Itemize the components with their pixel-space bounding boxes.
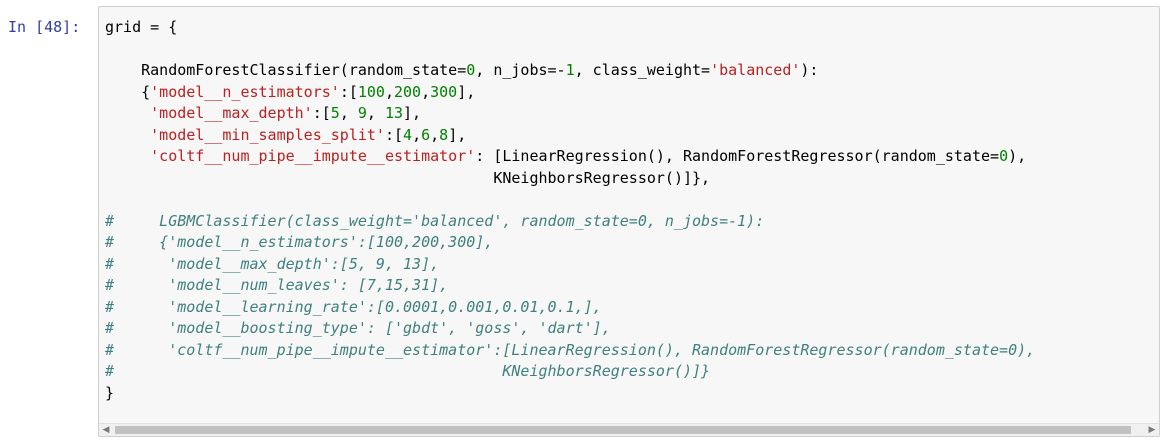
code-token: :[ <box>384 125 404 144</box>
code-token: } <box>105 383 115 402</box>
notebook-code-cell[interactable]: In [48]: grid = { RandomForestClassifier… <box>0 0 1174 443</box>
input-prompt: In [48]: <box>8 18 81 36</box>
code-line: {'model__n_estimators':[100,200,300], <box>105 82 1035 104</box>
code-line: # 'model__learning_rate':[0.0001,0.001,0… <box>105 297 1035 319</box>
code-line: # {'model__n_estimators':[100,200,300], <box>105 232 1035 254</box>
code-line: # LGBMClassifier(class_weight='balanced'… <box>105 211 1035 233</box>
code-token: ), <box>1008 147 1027 165</box>
string-token: 'model__max_depth' <box>150 104 313 122</box>
number-token: 1 <box>565 61 575 79</box>
code-line: 'coltf__num_pipe__impute__estimator': [L… <box>105 146 1035 168</box>
comment-token: # 'model__boosting_type': ['gbdt', 'goss… <box>105 319 611 337</box>
code-line: } <box>105 383 1035 405</box>
code-line: grid = { <box>105 17 1035 39</box>
comment-token: # LGBMClassifier(class_weight='balanced'… <box>105 211 765 230</box>
number-token: 5 <box>330 104 340 122</box>
comment-token: # 'model__num_leaves': [7,15,31], <box>105 276 449 294</box>
code-token: RandomForestClassifier(random_state= <box>105 61 467 79</box>
code-line: 'model__max_depth':[5, 9, 13], <box>105 103 1035 125</box>
code-token: { <box>105 82 151 101</box>
code-token: , <box>366 104 385 122</box>
number-token: 0 <box>466 61 476 79</box>
string-token: 'coltf__num_pipe__impute__estimator' <box>150 147 476 165</box>
string-token: 'model__n_estimators' <box>150 82 340 101</box>
code-line: # 'model__boosting_type': ['gbdt', 'goss… <box>105 318 1035 340</box>
code-line: RandomForestClassifier(random_state=0, n… <box>105 60 1035 82</box>
code-line: # 'model__max_depth':[5, 9, 13], <box>105 254 1035 276</box>
code-token: ], <box>457 82 476 101</box>
code-line: KNeighborsRegressor()]}, <box>105 168 1035 190</box>
number-token: 13 <box>384 104 404 122</box>
code-line: # KNeighborsRegressor()]} <box>105 361 1035 383</box>
number-token: 6 <box>421 125 431 144</box>
comment-token: # KNeighborsRegressor()]} <box>105 362 711 380</box>
code-token: , <box>430 125 440 144</box>
number-token: 300 <box>430 82 458 101</box>
comment-token: # 'model__learning_rate':[0.0001,0.001,0… <box>105 297 602 316</box>
number-token: 0 <box>999 147 1009 165</box>
number-token: 200 <box>394 82 422 101</box>
code-line: 'model__min_samples_split':[4,6,8], <box>105 125 1035 147</box>
code-line: # 'model__num_leaves': [7,15,31], <box>105 275 1035 297</box>
code-editor[interactable]: grid = { RandomForestClassifier(random_s… <box>98 6 1160 437</box>
scroll-left-arrow-icon[interactable]: ◀ <box>99 424 113 436</box>
code-line: # 'coltf__num_pipe__impute__estimator':[… <box>105 340 1035 362</box>
number-token: 8 <box>439 125 449 144</box>
comment-token: # 'coltf__num_pipe__impute__estimator':[… <box>105 340 1036 359</box>
code-token: , class_weight= <box>574 61 711 79</box>
code-token: grid = { <box>105 18 178 36</box>
scrollbar-thumb[interactable] <box>115 426 1131 434</box>
number-token: 4 <box>403 125 413 144</box>
code-token: , <box>339 104 358 122</box>
code-token: , <box>384 82 394 101</box>
code-token: , n_jobs=- <box>475 61 566 79</box>
string-token: 'model__min_samples_split' <box>150 125 385 144</box>
code-token: : [LinearRegression(), RandomForestRegre… <box>475 147 1000 165</box>
code-token: ): <box>800 61 819 79</box>
comment-token: # {'model__n_estimators':[100,200,300], <box>105 233 494 251</box>
code-area[interactable]: grid = { RandomForestClassifier(random_s… <box>105 17 1035 404</box>
code-token: :[ <box>312 104 331 122</box>
horizontal-scrollbar[interactable]: ◀ ▶ <box>99 423 1159 436</box>
string-token: 'balanced' <box>710 61 801 79</box>
code-token: ], <box>403 104 422 122</box>
scroll-right-arrow-icon[interactable]: ▶ <box>1145 424 1159 436</box>
number-token: 100 <box>357 82 385 101</box>
code-token: ], <box>448 125 467 144</box>
code-token: KNeighborsRegressor()]}, <box>105 168 711 187</box>
code-token: , <box>412 125 422 144</box>
code-token: :[ <box>339 82 358 101</box>
comment-token: # 'model__max_depth':[5, 9, 13], <box>105 254 440 273</box>
code-token: , <box>421 82 431 101</box>
number-token: 9 <box>357 104 367 122</box>
